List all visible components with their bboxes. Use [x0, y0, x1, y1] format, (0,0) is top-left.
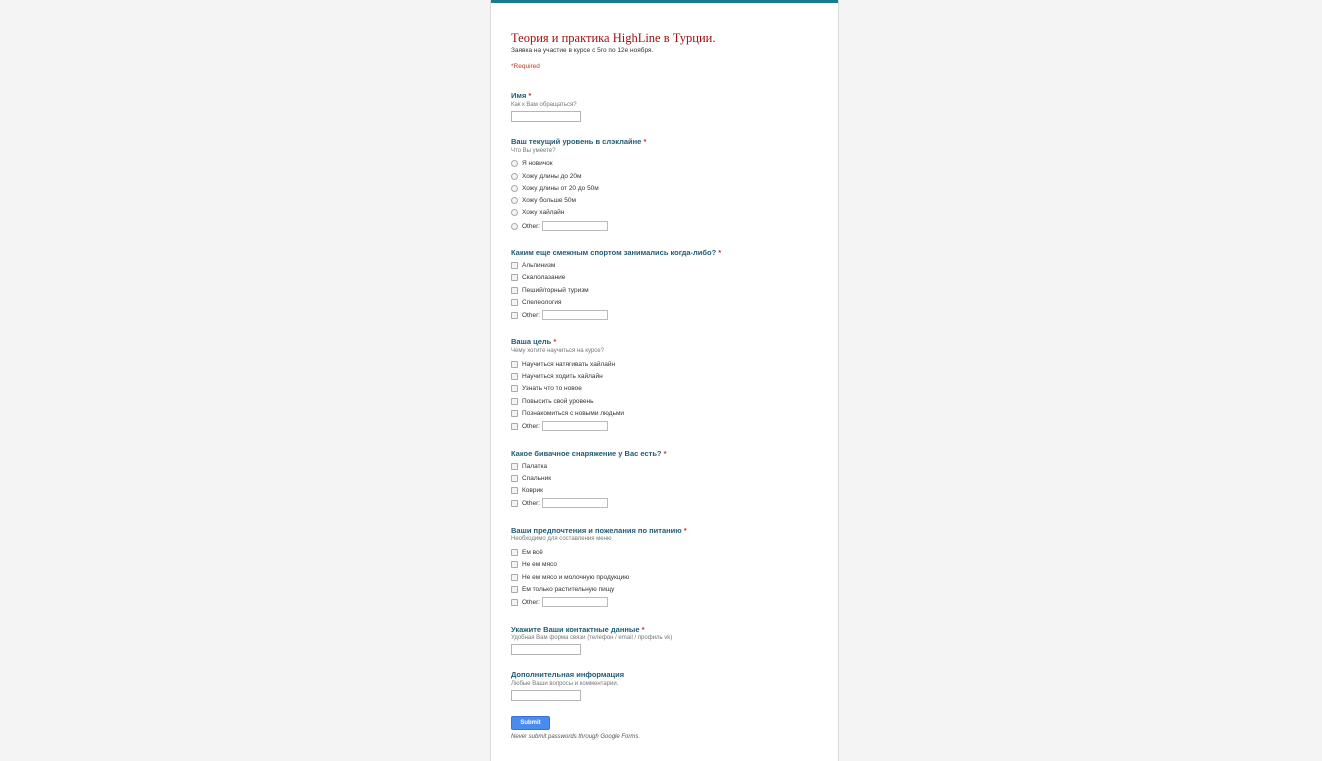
password-warning: Never submit passwords through Google Fo…	[511, 734, 641, 740]
checkbox[interactable]	[511, 372, 518, 380]
question-additional-help: Любые Ваши вопросы и комментарии.	[511, 681, 619, 687]
goal-option[interactable]: Повысить свой уровень	[511, 396, 594, 406]
question-contacts-help: Удобная Вам форма связи (телефон / email…	[511, 635, 673, 641]
goal-other-input[interactable]	[542, 421, 609, 431]
checkbox[interactable]	[511, 286, 518, 294]
goal-option[interactable]: Узнать что то новое	[511, 383, 582, 393]
question-food-help: Необходимо для составления меню	[511, 536, 612, 542]
required-note: *Required	[511, 63, 540, 70]
question-level-title: Ваш текущий уровень в слэклайне *	[511, 137, 647, 146]
goal-option-other[interactable]: Other:	[511, 421, 609, 431]
level-option[interactable]: Хожу хайлайн	[511, 207, 564, 217]
form-page: Теория и практика HighLine в Турции. Зая…	[490, 0, 839, 761]
checkbox[interactable]	[511, 384, 518, 392]
level-option-other[interactable]: Other:	[511, 221, 609, 231]
question-name-help: Как к Вам обращаться?	[511, 102, 577, 108]
question-contacts-title: Укажите Ваши контактные данные *	[511, 625, 645, 634]
level-option[interactable]: Хожу больше 50м	[511, 195, 576, 205]
checkbox[interactable]	[511, 548, 518, 556]
required-star: *	[718, 248, 722, 257]
checkbox[interactable]	[511, 499, 518, 507]
radio-button[interactable]	[511, 172, 518, 180]
gear-option[interactable]: Коврик	[511, 485, 543, 495]
required-star: *	[553, 337, 557, 346]
sports-other-input[interactable]	[542, 310, 609, 320]
form-accent-bar	[491, 0, 838, 3]
food-other-input[interactable]	[542, 597, 609, 607]
checkbox[interactable]	[511, 486, 518, 494]
goal-option[interactable]: Научиться ходить хайлайн	[511, 371, 603, 381]
required-star: *	[683, 526, 687, 535]
name-input[interactable]	[511, 111, 581, 122]
sports-option-other[interactable]: Other:	[511, 310, 609, 320]
additional-input[interactable]	[511, 690, 581, 701]
food-option[interactable]: Ем только растительную пищу	[511, 584, 614, 594]
contacts-input[interactable]	[511, 644, 581, 655]
radio-button[interactable]	[511, 159, 518, 167]
food-option[interactable]: Не ем мясо и молочную продукцию	[511, 572, 629, 582]
radio-button[interactable]	[511, 222, 518, 230]
required-star: *	[641, 625, 645, 634]
level-option[interactable]: Хожу длины до 20м	[511, 171, 581, 181]
question-level-help: Что Вы умеете?	[511, 148, 556, 154]
question-goal-help: Чему хотите научиться на курсе?	[511, 348, 604, 354]
checkbox[interactable]	[511, 474, 518, 482]
checkbox[interactable]	[511, 462, 518, 470]
sports-option[interactable]: Пеший/горный туризм	[511, 285, 589, 295]
gear-option[interactable]: Палатка	[511, 461, 547, 471]
required-star: *	[663, 449, 667, 458]
food-option-other[interactable]: Other:	[511, 597, 609, 607]
required-star: *	[643, 137, 647, 146]
level-option[interactable]: Я новичок	[511, 158, 553, 168]
checkbox[interactable]	[511, 409, 518, 417]
gear-option[interactable]: Спальник	[511, 473, 551, 483]
checkbox[interactable]	[511, 311, 518, 319]
question-gear-title: Какое бивачное снаряжение у Вас есть? *	[511, 449, 667, 458]
gear-other-input[interactable]	[542, 498, 609, 508]
radio-button[interactable]	[511, 184, 518, 192]
submit-button[interactable]: Submit	[511, 716, 550, 730]
question-food-title: Ваши предпочтения и пожелания по питанию…	[511, 526, 687, 535]
goal-option[interactable]: Познакомиться с новыми людьми	[511, 408, 624, 418]
checkbox[interactable]	[511, 573, 518, 581]
checkbox[interactable]	[511, 298, 518, 306]
radio-button[interactable]	[511, 196, 518, 204]
question-name-title: Имя *	[511, 91, 532, 100]
sports-option[interactable]: Спелеология	[511, 297, 562, 307]
checkbox[interactable]	[511, 585, 518, 593]
question-goal-title: Ваша цель *	[511, 337, 557, 346]
sports-option[interactable]: Скалолазание	[511, 272, 565, 282]
food-option[interactable]: Ем всё	[511, 547, 543, 557]
gear-option-other[interactable]: Other:	[511, 498, 609, 508]
goal-option[interactable]: Научиться натягивать хайлайн	[511, 359, 615, 369]
checkbox[interactable]	[511, 360, 518, 368]
form-title: Теория и практика HighLine в Турции.	[511, 31, 716, 45]
level-option[interactable]: Хожу длины от 20 до 50м	[511, 183, 599, 193]
checkbox[interactable]	[511, 422, 518, 430]
checkbox[interactable]	[511, 261, 518, 269]
checkbox[interactable]	[511, 598, 518, 606]
required-star: *	[528, 91, 532, 100]
checkbox[interactable]	[511, 397, 518, 405]
question-additional-title: Дополнительная информация	[511, 670, 625, 679]
radio-button[interactable]	[511, 208, 518, 216]
food-option[interactable]: Не ем мясо	[511, 559, 557, 569]
checkbox[interactable]	[511, 560, 518, 568]
question-sports-title: Каким еще смежным спортом занимались ког…	[511, 248, 722, 257]
level-other-input[interactable]	[542, 221, 609, 231]
form-description: Заявка на участие в курсе с 5го по 12е н…	[511, 47, 654, 54]
sports-option[interactable]: Альпинизм	[511, 260, 555, 270]
checkbox[interactable]	[511, 273, 518, 281]
